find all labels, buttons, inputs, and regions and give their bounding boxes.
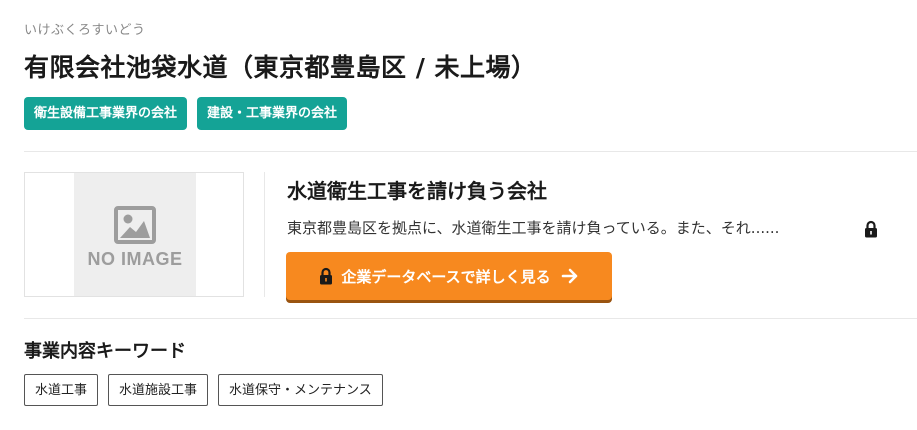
keyword-tag[interactable]: 水道工事	[24, 374, 99, 406]
company-name: 有限会社池袋水道（東京都豊島区 / 未上場）	[24, 53, 537, 82]
section-divider	[24, 151, 917, 152]
industry-tag-construction[interactable]: 建設・工事業界の会社	[197, 97, 348, 130]
section-divider	[24, 318, 917, 319]
vertical-divider	[264, 172, 265, 297]
no-image-placeholder: NO IMAGE	[74, 173, 196, 296]
lock-icon	[320, 267, 333, 285]
industry-tag-sanitary-equipment[interactable]: 衛生設備工事業界の会社	[24, 97, 188, 130]
company-thumbnail: NO IMAGE	[24, 172, 244, 297]
arrow-right-icon	[561, 268, 577, 284]
keyword-tag[interactable]: 水道保守・メンテナンス	[218, 374, 383, 406]
keyword-tag[interactable]: 水道施設工事	[108, 374, 209, 406]
company-kana: いけぶくろすいどう	[24, 23, 146, 38]
keyword-list: 水道工事 水道施設工事 水道保守・メンテナンス	[24, 374, 383, 406]
keywords-heading: 事業内容キーワード	[24, 341, 186, 362]
company-summary: 東京都豊島区を拠点に、水道衛生工事を請け負っている。また、それ......	[287, 219, 780, 237]
no-image-label: NO IMAGE	[87, 249, 183, 269]
lock-icon	[865, 220, 877, 238]
company-database-button[interactable]: 企業データベースで詳しく見る	[286, 252, 612, 300]
company-database-button-label: 企業データベースで詳しく見る	[341, 267, 551, 286]
image-placeholder-icon	[114, 206, 156, 244]
company-headline: 水道衛生工事を請け負う会社	[287, 179, 547, 203]
industry-tags: 衛生設備工事業界の会社 建設・工事業界の会社	[24, 97, 348, 130]
